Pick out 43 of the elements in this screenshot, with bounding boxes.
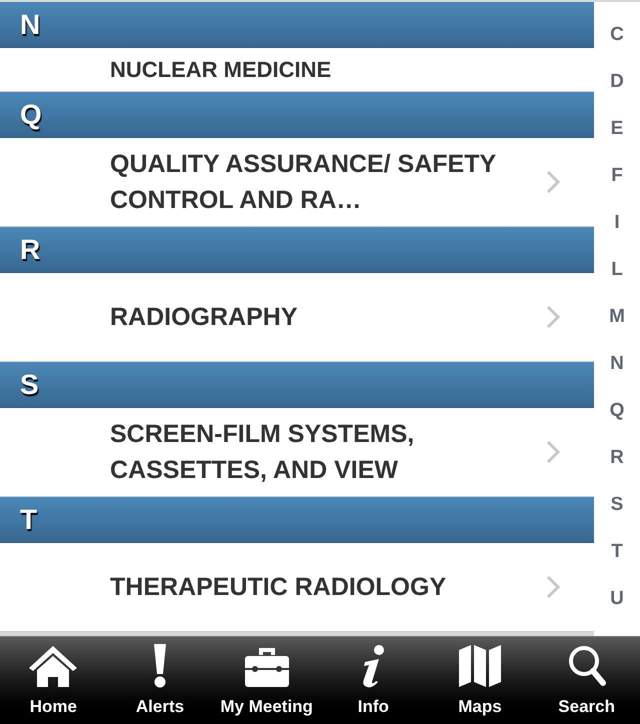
chevron-icon [546, 170, 560, 194]
index-letter[interactable]: M [609, 294, 625, 341]
section-letter: N [20, 8, 40, 42]
index-letter[interactable]: N [610, 341, 624, 388]
index-letter[interactable]: S [610, 482, 624, 529]
exclamation-icon [152, 644, 168, 688]
index-letter[interactable]: U [610, 576, 624, 623]
section-letter: Q [20, 98, 42, 132]
index-letter[interactable]: Q [610, 388, 624, 435]
index-letter[interactable]: I [614, 200, 620, 247]
map-icon [458, 644, 502, 688]
index-letter[interactable]: D [610, 59, 624, 106]
index-letter[interactable]: E [610, 106, 624, 153]
index-letter[interactable]: L [611, 247, 623, 294]
tab-button[interactable]: Maps [426, 642, 534, 720]
briefcase-icon [244, 646, 290, 688]
section-letter: S [20, 368, 39, 402]
list-row[interactable]: SCREEN-FILM SYSTEMS, CASSETTES, AND VIEW [0, 408, 594, 497]
row-title: THERAPEUTIC RADIOLOGY [110, 572, 448, 603]
chevron-icon [546, 575, 560, 599]
tab-button[interactable]: My Meeting [213, 642, 320, 720]
index-letter[interactable]: T [611, 529, 623, 576]
row-title: SCREEN-FILM SYSTEMS, CASSETTES, AND VIEW [110, 419, 416, 486]
search-icon [566, 644, 607, 688]
row-title: RADIOGRAPHY [110, 302, 299, 333]
row-title: NUCLEAR MEDICINE [110, 56, 332, 82]
tab-button[interactable]: Info [320, 642, 427, 720]
list-row[interactable]: NUCLEAR MEDICINE [0, 48, 594, 92]
index-letter[interactable]: C [610, 12, 624, 59]
chevron-icon [546, 440, 560, 464]
list-row[interactable]: RADIOGRAPHY [0, 273, 594, 362]
row-title: QUALITY ASSURANCE/ SAFETY CONTROL AND RA… [110, 149, 497, 216]
chevron-icon [546, 305, 560, 329]
section-letter: T [20, 502, 38, 536]
home-icon [27, 644, 80, 688]
list-row[interactable]: QUALITY ASSURANCE/ SAFETY CONTROL AND RA… [0, 138, 594, 227]
index-letter[interactable]: F [611, 153, 623, 200]
tab-button[interactable]: Alerts [106, 642, 214, 720]
index-letter[interactable]: R [610, 435, 624, 482]
tab-button[interactable]: Search [533, 642, 640, 720]
tab-button[interactable]: Home [0, 642, 107, 720]
section-letter: R [20, 232, 40, 266]
list-row[interactable]: THERAPEUTIC RADIOLOGY [0, 543, 594, 632]
